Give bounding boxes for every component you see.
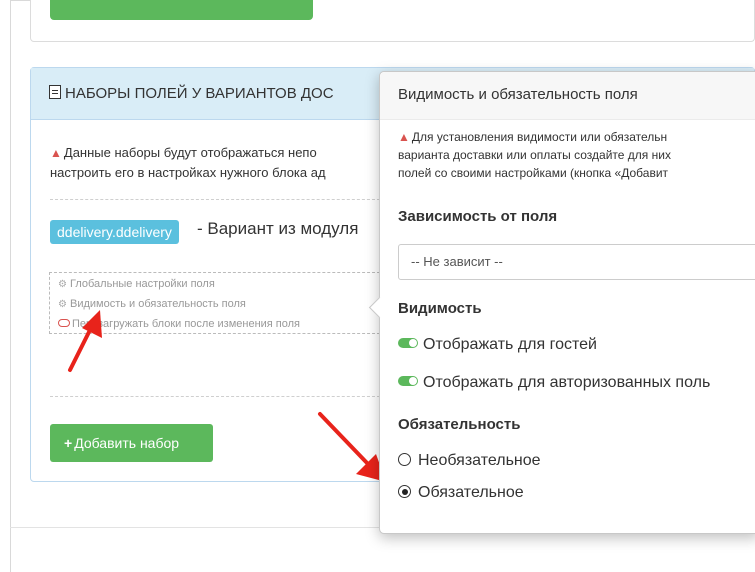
guest-visibility-label: Отображать для гостей bbox=[423, 336, 597, 353]
required-heading: Обязательность bbox=[398, 416, 521, 433]
cogs-icon: ⚙ bbox=[58, 279, 67, 290]
note-line-1: Для установления видимости или обязатель… bbox=[411, 130, 668, 144]
divider bbox=[50, 396, 380, 397]
guest-visibility-toggle[interactable]: Отображать для гостей bbox=[398, 336, 597, 354]
auth-visibility-label: Отображать для авторизованных поль bbox=[423, 374, 711, 391]
variant-badge: ddelivery.ddelivery bbox=[50, 220, 179, 244]
dependency-heading: Зависимость от поля bbox=[398, 208, 558, 225]
optional-label: Необязательное bbox=[418, 452, 541, 469]
radio-unchecked-icon bbox=[398, 453, 411, 466]
note-line-2: варианта доставки или оплаты создайте дл… bbox=[398, 148, 671, 162]
toggle-on-icon bbox=[398, 376, 418, 386]
top-green-button[interactable] bbox=[50, 0, 313, 20]
warning-icon: ▲ bbox=[398, 130, 410, 144]
panel-heading-text: НАБОРЫ ПОЛЕЙ У ВАРИАНТОВ ДОС bbox=[65, 85, 334, 102]
notice-line-2: настроить его в настройках нужного блока… bbox=[50, 165, 326, 180]
annotation-arrow bbox=[68, 310, 102, 372]
add-set-button[interactable]: + Добавить набор bbox=[50, 424, 213, 462]
document-icon bbox=[49, 85, 61, 99]
warning-icon: ▲ bbox=[50, 146, 62, 160]
note-line-3: полей со своими настройками (кнопка «Доб… bbox=[398, 166, 669, 180]
field-row-label: Глобальные настройки поля bbox=[70, 278, 215, 290]
panel-notice: ▲ Данные наборы будут отображаться непо н… bbox=[50, 143, 380, 183]
auth-visibility-toggle[interactable]: Отображать для авторизованных поль bbox=[398, 374, 710, 392]
plus-icon: + bbox=[64, 435, 73, 451]
optional-radio[interactable]: Необязательное bbox=[398, 452, 541, 470]
global-settings-link[interactable]: ⚙ Глобальные настройки поля bbox=[58, 276, 379, 296]
toggle-on-icon bbox=[398, 338, 418, 348]
add-set-label: Добавить набор bbox=[74, 435, 180, 451]
visibility-popover: Видимость и обязательность поля ▲ Для уст… bbox=[379, 71, 755, 534]
radio-checked-icon bbox=[398, 485, 411, 498]
popover-note: ▲ Для установления видимости или обязател… bbox=[398, 128, 755, 182]
popover-title: Видимость и обязательность поля bbox=[380, 72, 755, 120]
required-radio[interactable]: Обязательное bbox=[398, 484, 524, 502]
notice-line-1: Данные наборы будут отображаться непо bbox=[63, 145, 317, 160]
variant-label: - Вариант из модуля bbox=[197, 219, 359, 238]
required-label: Обязательное bbox=[418, 484, 524, 501]
divider bbox=[50, 199, 380, 200]
dependency-select[interactable]: -- Не зависит -- bbox=[398, 244, 755, 280]
visibility-heading: Видимость bbox=[398, 300, 482, 317]
